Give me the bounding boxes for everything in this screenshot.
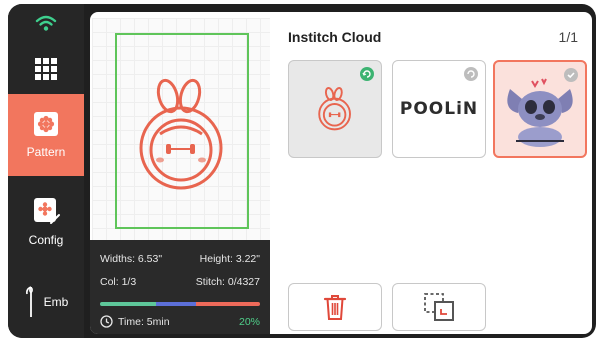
pattern-card-poolin[interactable]: POOLiN xyxy=(392,60,486,158)
copy-button[interactable] xyxy=(392,283,486,331)
cloud-title: Institch Cloud xyxy=(288,29,382,45)
sidebar-item-apps[interactable] xyxy=(8,44,84,94)
poolin-logo-text: POOLiN xyxy=(399,99,479,119)
sidebar-item-pattern[interactable]: Pattern xyxy=(8,94,84,176)
device-frame: Pattern Config Emb Widths: 6.53" Height:… xyxy=(8,4,596,338)
page-indicator: 1/1 xyxy=(558,29,578,45)
sidebar-item-emb[interactable]: Emb xyxy=(8,272,84,332)
delete-button[interactable] xyxy=(288,283,382,331)
embroidery-info-panel: Widths: 6.53" Height: 3.22" Col: 1/3 Sti… xyxy=(90,240,270,334)
sidebar-item-label: Emb xyxy=(43,295,69,309)
color-count: Col: 1/3 xyxy=(100,276,137,288)
sync-status-icon xyxy=(360,67,374,81)
color-progress-bar xyxy=(100,302,260,306)
progress-segment-green xyxy=(100,302,156,306)
progress-segment-blue xyxy=(156,302,196,306)
sidebar-item-label: Config xyxy=(28,233,64,247)
main-panel: Widths: 6.53" Height: 3.22" Col: 1/3 Sti… xyxy=(90,12,592,334)
pattern-card-stitch[interactable] xyxy=(493,60,587,158)
config-icon xyxy=(34,198,60,224)
sidebar-item-wifi[interactable] xyxy=(8,6,84,40)
trash-icon xyxy=(323,295,347,320)
clock-icon xyxy=(100,315,113,328)
sync-status-icon xyxy=(464,67,478,81)
sidebar-item-label: Pattern xyxy=(26,145,66,159)
pattern-card-bunny[interactable] xyxy=(288,60,382,158)
pattern-preview xyxy=(92,18,270,240)
height-value: Height: 3.22" xyxy=(199,253,260,265)
stitch-count: Stitch: 0/4327 xyxy=(195,276,260,288)
progress-segment-red xyxy=(196,302,260,306)
width-value: Widths: 6.53" xyxy=(100,253,163,265)
selected-check-icon xyxy=(564,68,578,82)
copy-icon xyxy=(424,293,454,321)
pattern-icon xyxy=(34,112,58,136)
progress-percent: 20% xyxy=(238,315,260,328)
bunny-thumbnail-icon xyxy=(318,87,351,131)
wifi-icon xyxy=(35,15,57,31)
cloud-panel: Institch Cloud 1/1 POOLiN xyxy=(278,12,592,334)
time-value: Time: 5min xyxy=(118,315,170,328)
bunny-design-icon xyxy=(139,78,223,190)
sidebar-item-config[interactable]: Config xyxy=(8,182,84,262)
needle-icon xyxy=(25,286,33,317)
sidebar: Pattern Config Emb xyxy=(8,4,84,338)
grid-icon xyxy=(35,58,57,80)
